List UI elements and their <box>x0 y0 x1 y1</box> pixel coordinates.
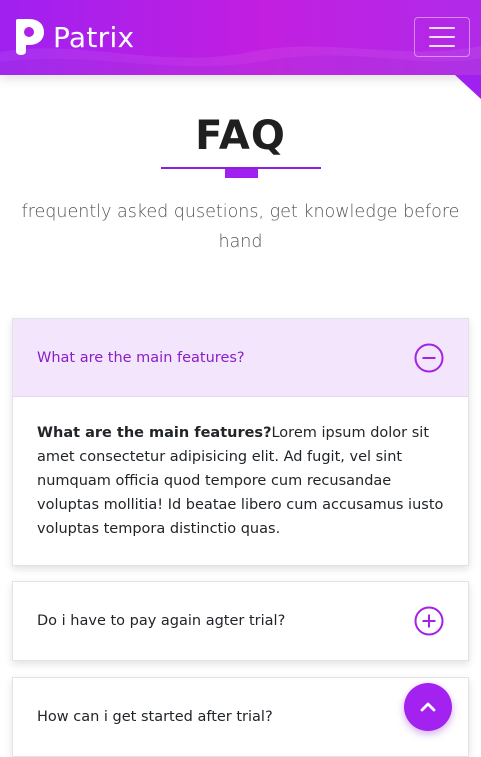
faq-item: Do i have to pay again agter trial? <box>12 581 469 661</box>
plus-circle-icon[interactable] <box>414 606 444 636</box>
header-corner-fold <box>455 75 481 99</box>
faq-answer: What are the main features?Lorem ipsum d… <box>13 397 468 565</box>
faq-question: Do i have to pay again agter trial? <box>37 613 286 629</box>
minus-circle-icon[interactable] <box>414 343 444 373</box>
navbar-toggler-button[interactable] <box>414 17 470 57</box>
scroll-to-top-button[interactable] <box>404 683 452 731</box>
faq-question: What are the main features? <box>37 349 245 366</box>
faq-question-header[interactable]: What are the main features? <box>13 319 468 397</box>
chevron-up-icon <box>420 702 436 712</box>
patrix-p-logo-icon <box>16 19 44 55</box>
brand-name: Patrix <box>53 20 135 54</box>
faq-answer-text: Lorem ipsum dolor sit amet consectetur a… <box>37 425 444 537</box>
faq-item: What are the main features? What are the… <box>12 318 469 566</box>
section-subtitle: frequently asked qusetions, get knowledg… <box>21 202 460 252</box>
faq-answer-lead: What are the main features? <box>37 425 272 441</box>
faq-question-header[interactable]: Do i have to pay again agter trial? <box>13 582 468 660</box>
navbar: Patrix <box>0 0 481 75</box>
faq-question: How can i get started after trial? <box>37 709 273 725</box>
brand-link[interactable]: Patrix <box>13 17 134 57</box>
faq-question-header[interactable]: How can i get started after trial? <box>13 678 468 756</box>
faq-item: How can i get started after trial? <box>12 677 469 757</box>
section-title: FAQ <box>195 113 286 159</box>
title-underline-accent <box>225 169 258 178</box>
hamburger-menu-icon <box>429 27 455 29</box>
